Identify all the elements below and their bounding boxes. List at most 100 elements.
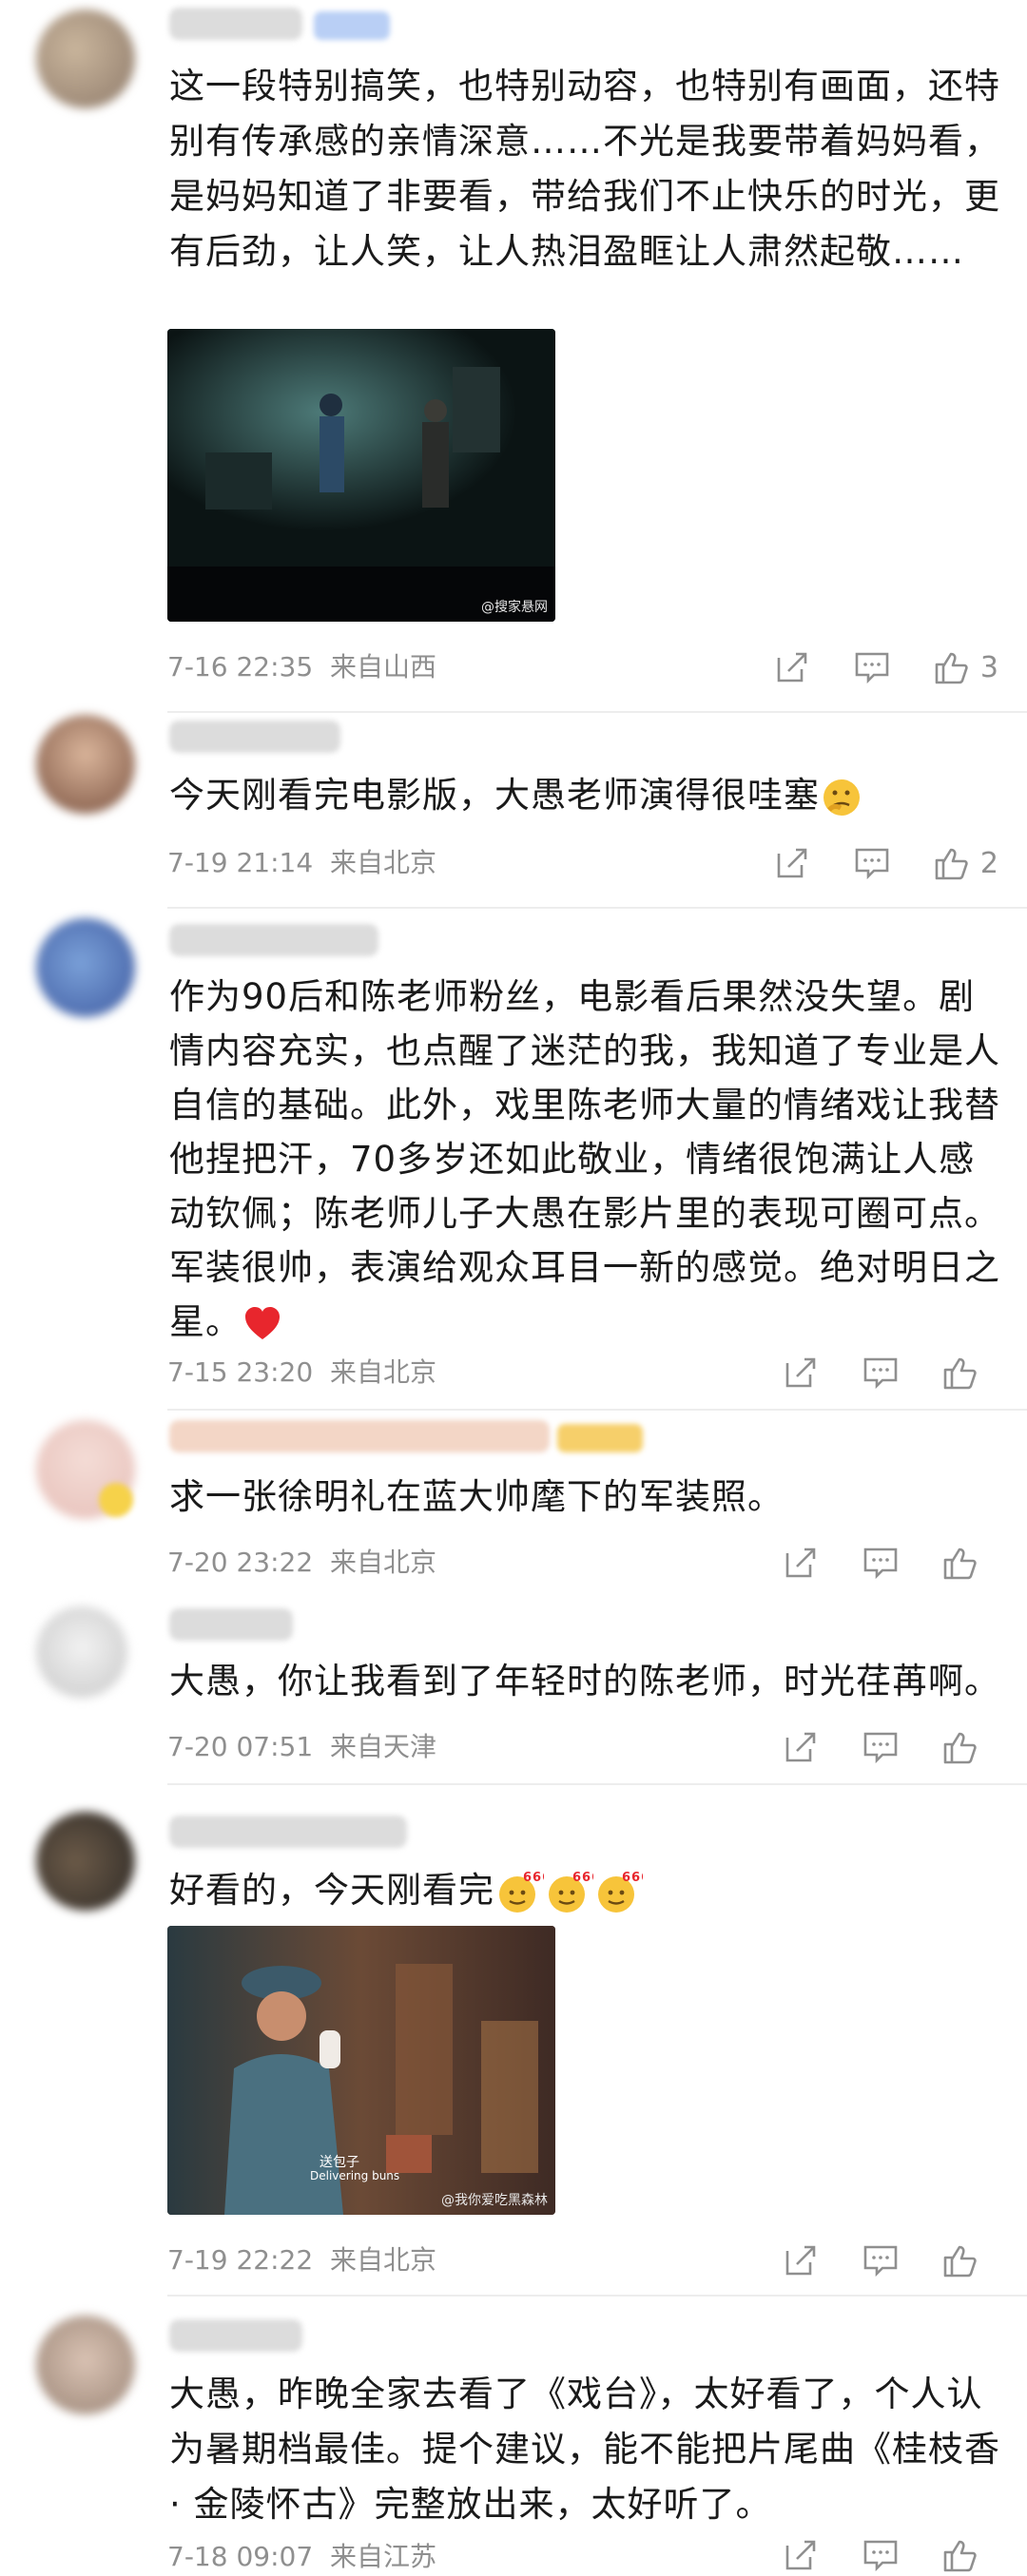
heart-emoji xyxy=(245,1306,280,1339)
username-blurred[interactable] xyxy=(169,2319,302,2352)
username-blurred[interactable] xyxy=(169,721,340,753)
like-icon xyxy=(943,2245,977,2278)
share-button[interactable] xyxy=(782,1544,820,1582)
action-bar xyxy=(740,1542,989,1584)
share-icon xyxy=(785,2540,816,2570)
like-icon xyxy=(935,652,968,684)
share-button[interactable] xyxy=(782,1728,820,1766)
share-icon xyxy=(785,2245,816,2276)
avatar-badge xyxy=(99,1483,133,1517)
reply-button[interactable] xyxy=(862,1544,900,1582)
comment-meta: 7-19 22:22 来自北京 xyxy=(167,2241,436,2279)
action-bar: 2 xyxy=(731,842,998,884)
username-blurred[interactable] xyxy=(169,1420,550,1452)
comment-location: 来自北京 xyxy=(329,1356,436,1388)
comment-location: 来自天津 xyxy=(329,1731,436,1762)
share-button[interactable] xyxy=(782,2536,820,2574)
comment-meta: 7-20 07:51 来自天津 xyxy=(167,1728,436,1766)
subtitle-en: Delivering buns xyxy=(310,2169,400,2182)
comment-location: 来自北京 xyxy=(329,847,436,878)
like-button[interactable] xyxy=(941,1354,989,1392)
comment-time: 7-19 22:22 xyxy=(167,2244,314,2276)
comment-location: 来自北京 xyxy=(329,1547,436,1578)
comment-time: 7-20 07:51 xyxy=(167,1731,314,1762)
movie-still-teahouse xyxy=(167,329,555,622)
avatar[interactable] xyxy=(36,1606,127,1698)
reply-button[interactable] xyxy=(862,2536,900,2574)
image-watermark: @搜家悬网 xyxy=(481,600,548,615)
comment-icon xyxy=(863,1357,898,1390)
like-button[interactable] xyxy=(941,2241,989,2279)
like-icon xyxy=(943,1357,977,1390)
share-icon xyxy=(785,1732,816,1762)
avatar[interactable] xyxy=(36,918,135,1017)
comment-text: 求一张徐明礼在蓝大帅麾下的军装照。 xyxy=(169,1476,784,1517)
comment-icon xyxy=(863,2540,898,2572)
comment-icon xyxy=(855,652,889,684)
subtitle-cn: 送包子 xyxy=(320,2155,359,2170)
comment-image[interactable]: @搜家悬网 xyxy=(167,329,555,622)
comment-meta: 7-19 21:14 来自北京 xyxy=(167,844,436,882)
share-button[interactable] xyxy=(782,1354,820,1392)
like-button[interactable] xyxy=(941,1544,989,1582)
action-bar xyxy=(740,1726,989,1768)
action-bar xyxy=(740,1352,989,1394)
comment-time: 7-18 09:07 xyxy=(167,2541,314,2572)
username-blurred[interactable] xyxy=(169,1816,407,1848)
comment-text: 作为90后和陈老师粉丝，电影看后果然没失望。剧情内容充实，也点醒了迷茫的我，我知… xyxy=(169,970,1006,1349)
comment-meta: 7-16 22:35 来自山西 xyxy=(167,648,436,686)
avatar[interactable] xyxy=(36,10,135,108)
like-button[interactable]: 2 xyxy=(933,844,998,882)
comment-meta: 7-18 09:07 来自江苏 xyxy=(167,2538,436,2576)
reply-button[interactable] xyxy=(862,2241,900,2279)
user-badge xyxy=(314,11,390,40)
like-icon xyxy=(943,2540,977,2572)
svg-text:666: 666 xyxy=(572,1871,593,1885)
like-button[interactable] xyxy=(941,2536,989,2574)
comment-image[interactable]: 送包子 Delivering buns @我你爱吃黑森林 xyxy=(167,1926,555,2215)
share-button[interactable] xyxy=(782,2241,820,2279)
username-blurred[interactable] xyxy=(169,8,302,40)
avatar[interactable] xyxy=(36,2316,135,2414)
comment-time: 7-16 22:35 xyxy=(167,651,314,682)
share-icon xyxy=(777,848,807,878)
action-bar: 3 xyxy=(731,646,998,688)
comment-text: 今天刚看完电影版，大愚老师演得很哇塞 xyxy=(169,768,1006,823)
comment-meta: 7-15 23:20 来自北京 xyxy=(167,1354,436,1392)
share-button[interactable] xyxy=(773,844,811,882)
divider xyxy=(167,711,1027,713)
username-blurred[interactable] xyxy=(169,1608,293,1641)
svg-text:666: 666 xyxy=(523,1871,544,1885)
666-emoji: 666 xyxy=(549,1871,593,1913)
divider xyxy=(167,2295,1027,2297)
reply-button[interactable] xyxy=(862,1728,900,1766)
thinking-emoji xyxy=(824,779,860,816)
comment-location: 来自山西 xyxy=(329,651,436,682)
comment-icon xyxy=(855,848,889,880)
avatar[interactable] xyxy=(36,1812,135,1911)
like-button[interactable] xyxy=(941,1728,989,1766)
reply-button[interactable] xyxy=(853,648,891,686)
comment-text: 这一段特别搞笑，也特别动容，也特别有画面，还特别有传承感的亲情深意……不光是我要… xyxy=(169,66,1000,272)
username-blurred[interactable] xyxy=(169,924,378,956)
reply-button[interactable] xyxy=(862,1354,900,1392)
svg-text:666: 666 xyxy=(622,1871,643,1885)
comment-icon xyxy=(863,1732,898,1764)
comment-location: 来自江苏 xyxy=(329,2541,436,2572)
divider xyxy=(167,907,1027,909)
reply-button[interactable] xyxy=(853,844,891,882)
comment-location: 来自北京 xyxy=(329,2244,436,2276)
like-button[interactable]: 3 xyxy=(933,648,998,686)
comment-icon xyxy=(863,1548,898,1580)
divider xyxy=(167,1409,1027,1411)
share-icon xyxy=(785,1357,816,1388)
user-badge xyxy=(557,1424,643,1452)
comment-icon xyxy=(863,2245,898,2278)
like-count: 2 xyxy=(979,846,998,880)
avatar[interactable] xyxy=(36,715,135,814)
comment-meta: 7-20 23:22 来自北京 xyxy=(167,1544,436,1582)
share-button[interactable] xyxy=(773,648,811,686)
share-icon xyxy=(785,1548,816,1578)
like-icon xyxy=(935,848,968,880)
comment-text: 大愚，你让我看到了年轻时的陈老师，时光荏苒啊。 xyxy=(169,1661,1000,1701)
